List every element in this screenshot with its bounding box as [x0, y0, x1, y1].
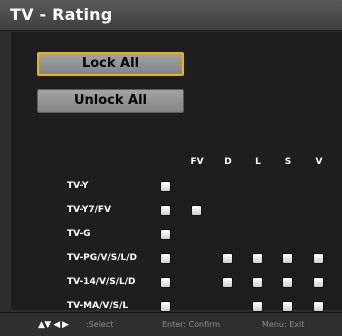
rating-lock-checkbox[interactable]	[161, 278, 170, 287]
rating-lock-checkbox[interactable]	[283, 302, 292, 311]
confirm-hint: Enter: Confirm	[162, 320, 221, 329]
rating-lock-checkbox[interactable]	[223, 254, 232, 263]
rating-lock-checkbox[interactable]	[223, 278, 232, 287]
navigation-arrows-icon: ▲▼ ◀ ▶	[38, 320, 69, 330]
title-bar: TV - Rating	[0, 0, 342, 31]
footer-hint-bar: ▲▼ ◀ ▶ :Select Enter: Confirm Menu: Exit	[0, 312, 342, 336]
rating-lock-checkbox[interactable]	[161, 254, 170, 263]
column-header-l: L	[255, 157, 261, 167]
rating-lock-checkbox[interactable]	[192, 206, 201, 215]
rating-lock-checkbox[interactable]	[253, 278, 262, 287]
column-header-d: D	[224, 157, 232, 167]
lock-all-button[interactable]: Lock All	[37, 52, 184, 76]
rating-lock-checkbox[interactable]	[314, 278, 323, 287]
rating-lock-checkbox[interactable]	[253, 302, 262, 311]
rating-lock-checkbox[interactable]	[283, 278, 292, 287]
rating-row-label-tv-ma: TV-MA/V/S/L	[67, 301, 129, 311]
column-header-s: S	[284, 157, 292, 167]
rating-lock-checkbox[interactable]	[161, 302, 170, 311]
rating-lock-checkbox[interactable]	[161, 182, 170, 191]
rating-lock-checkbox[interactable]	[314, 254, 323, 263]
select-hint: :Select	[86, 320, 114, 329]
rating-lock-checkbox[interactable]	[314, 302, 323, 311]
page-title: TV - Rating	[10, 5, 113, 24]
rating-row-label-tv-14: TV-14/V/S/L/D	[67, 277, 136, 287]
rating-lock-checkbox[interactable]	[161, 230, 170, 239]
rating-lock-checkbox[interactable]	[161, 206, 170, 215]
rating-row-label-tv-pg: TV-PG/V/S/L/D	[67, 253, 137, 263]
rating-row-label-tv-y: TV-Y	[67, 181, 89, 191]
rating-row-label-tv-g: TV-G	[67, 229, 91, 239]
column-header-fv: FV	[190, 157, 204, 167]
rating-row-label-tv-y7-fv: TV-Y7/FV	[67, 205, 112, 215]
rating-lock-checkbox[interactable]	[283, 254, 292, 263]
unlock-all-button[interactable]: Unlock All	[37, 89, 184, 113]
exit-hint: Menu: Exit	[262, 320, 305, 329]
rating-lock-checkbox[interactable]	[253, 254, 262, 263]
column-header-v: V	[315, 157, 323, 167]
